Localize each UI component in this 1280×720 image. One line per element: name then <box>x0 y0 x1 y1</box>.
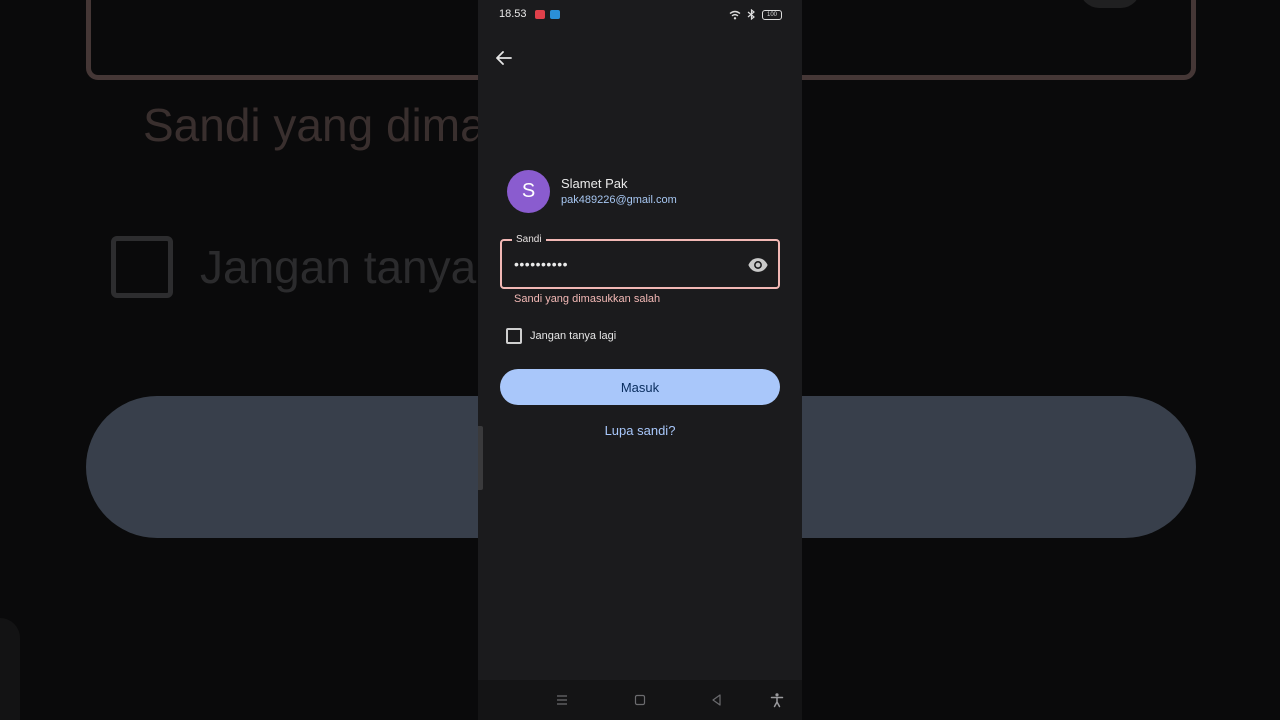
password-field[interactable]: Sandi •••••••••• <box>500 233 780 289</box>
wifi-icon <box>729 10 741 19</box>
account-email: pak489226@gmail.com <box>561 193 677 206</box>
forgot-password-link[interactable]: Lupa sandi? <box>478 423 802 438</box>
password-field-label: Sandi <box>512 233 546 247</box>
status-icons: 100 <box>729 9 782 20</box>
dont-ask-again-row[interactable]: Jangan tanya lagi <box>506 328 616 344</box>
youtube-notification-icon <box>535 10 545 19</box>
bluetooth-icon <box>747 9 755 20</box>
app-notification-icon <box>550 10 560 19</box>
home-icon[interactable] <box>632 692 648 708</box>
phone-screen: 18.53 100 S Slamet Pak pak489226@gmail.c… <box>478 0 802 720</box>
edge-handle[interactable] <box>478 426 483 490</box>
menu-icon[interactable] <box>554 692 570 708</box>
navigation-bar <box>478 680 802 720</box>
account-info: Slamet Pak pak489226@gmail.com <box>561 176 677 208</box>
battery-icon: 100 <box>762 9 782 20</box>
dont-ask-again-label: Jangan tanya lagi <box>530 330 617 342</box>
password-input[interactable]: •••••••••• <box>514 256 568 272</box>
back-triangle-icon[interactable] <box>709 692 725 708</box>
account-name: Slamet Pak <box>561 175 628 191</box>
password-error-text: Sandi yang dimasukkan salah <box>514 293 661 305</box>
eye-icon[interactable] <box>747 254 769 276</box>
back-arrow-icon[interactable] <box>492 46 516 70</box>
accessibility-icon[interactable] <box>769 692 785 708</box>
status-time: 18.53 <box>499 8 527 20</box>
avatar: S <box>507 170 550 213</box>
status-bar: 18.53 100 <box>478 0 802 28</box>
sign-in-button[interactable]: Masuk <box>500 369 780 405</box>
dont-ask-again-checkbox[interactable] <box>506 328 522 344</box>
account-chip: S Slamet Pak pak489226@gmail.com <box>507 170 677 213</box>
